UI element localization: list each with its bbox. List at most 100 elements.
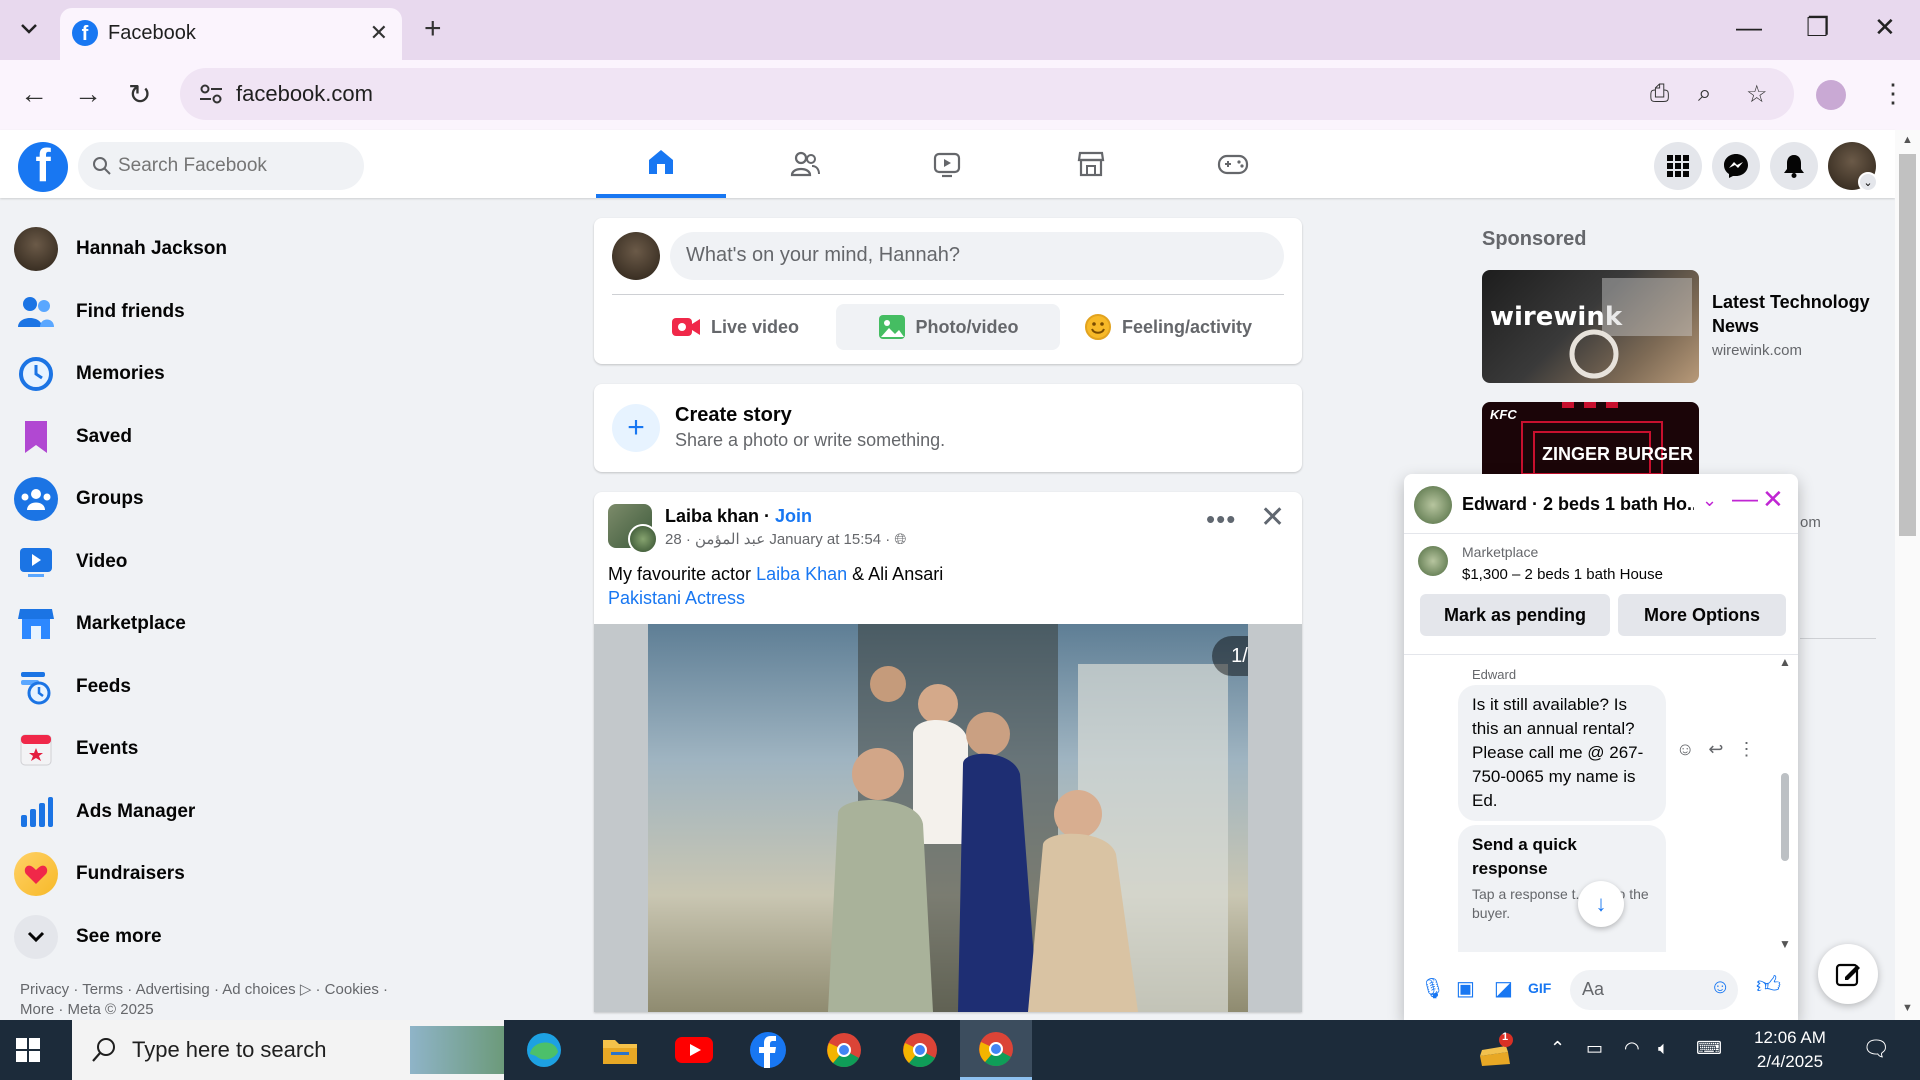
edge-browser-app[interactable] <box>508 1020 580 1080</box>
back-button[interactable]: ← <box>20 78 48 110</box>
ad-title[interactable]: Latest Technology News <box>1712 290 1882 338</box>
live-video-button[interactable]: Live video <box>644 304 826 350</box>
minimize-chat-button[interactable]: — <box>1732 483 1758 514</box>
more-options-button[interactable]: More Options <box>1618 594 1786 636</box>
listing-title[interactable]: $1,300 – 2 beds 1 bath House <box>1462 566 1663 583</box>
chat-scrollbar[interactable]: ▲ ▼ <box>1774 655 1796 952</box>
page-scrollbar[interactable]: ▲ ▼ <box>1895 130 1920 1020</box>
sidebar-item-memories[interactable]: Memories <box>14 343 534 406</box>
sidebar-item-find-friends[interactable]: Find friends <box>14 281 534 344</box>
tab-close-icon[interactable]: ✕ <box>370 20 388 46</box>
forward-button[interactable]: → <box>74 78 102 110</box>
incoming-message[interactable]: Is it still available? Is this an annual… <box>1458 685 1666 821</box>
sidebar-item-profile[interactable]: Hannah Jackson <box>14 218 534 281</box>
file-explorer-app[interactable] <box>584 1020 656 1080</box>
post-media[interactable]: 1/7 <box>594 624 1302 1012</box>
nav-marketplace[interactable] <box>1026 130 1156 198</box>
chat-header[interactable]: Edward · 2 beds 1 bath Ho... ⌄ — ✕ <box>1404 474 1798 534</box>
bookmark-star-icon[interactable]: ☆ <box>1746 80 1768 109</box>
post-options-button[interactable]: ••• <box>1206 504 1236 535</box>
page-scrollbar-thumb[interactable] <box>1899 154 1916 536</box>
new-tab-button[interactable]: + <box>424 12 442 46</box>
hashtag-link[interactable]: Pakistani Actress <box>608 588 745 608</box>
post-meta-text[interactable]: عبد المؤمن · 28 January at 15:54 · <box>665 531 890 548</box>
chat-contact-avatar[interactable] <box>1414 486 1452 524</box>
volume-icon[interactable]: 🔈︎ <box>1658 1038 1669 1059</box>
action-center-icon[interactable]: 🗨︎ <box>1862 1036 1890 1062</box>
sticker-icon[interactable]: ◪ <box>1494 976 1513 1001</box>
footer-links-line1[interactable]: Privacy · Terms · Advertising · Ad choic… <box>20 980 440 1000</box>
facebook-search[interactable] <box>78 142 364 190</box>
microphone-icon[interactable]: 🎙︎ <box>1420 976 1445 1001</box>
nav-video[interactable] <box>882 130 1012 198</box>
chat-title[interactable]: Edward · 2 beds 1 bath Ho... <box>1462 494 1694 515</box>
search-input[interactable] <box>118 142 354 190</box>
scroll-to-bottom-button[interactable]: ↓ <box>1578 881 1624 927</box>
sidebar-item-fundraisers[interactable]: Fundraisers <box>14 843 534 906</box>
restore-window-button[interactable]: ❐ <box>1806 12 1829 43</box>
youtube-app[interactable] <box>658 1020 730 1080</box>
chevron-down-icon[interactable]: ⌄ <box>1702 490 1717 511</box>
chrome-profile-1-app[interactable] <box>808 1020 880 1080</box>
tab-search-dropdown[interactable] <box>14 14 44 44</box>
close-window-button[interactable]: ✕ <box>1874 12 1896 43</box>
scroll-down-arrow-icon[interactable]: ▼ <box>1779 937 1791 951</box>
thumbs-up-icon[interactable]: 👍︎ <box>1756 972 1781 1000</box>
photo-video-button[interactable]: Photo/video <box>836 304 1060 350</box>
composer-avatar[interactable] <box>612 232 660 280</box>
sidebar-item-video[interactable]: Video <box>14 531 534 594</box>
sidebar-item-events[interactable]: Events <box>14 718 534 781</box>
browser-profile-icon[interactable] <box>1816 80 1846 110</box>
reply-icon[interactable]: ↩ <box>1708 739 1723 760</box>
scroll-down-arrow-icon[interactable]: ▼ <box>1902 1002 1913 1014</box>
system-clock[interactable]: 12:06 AM 2/4/2025 <box>1730 1026 1850 1074</box>
sidebar-item-feeds[interactable]: Feeds <box>14 656 534 719</box>
tray-app-icon[interactable]: 1 <box>1476 1031 1516 1073</box>
scroll-up-arrow-icon[interactable]: ▲ <box>1902 134 1913 146</box>
chrome-profile-2-app[interactable] <box>884 1020 956 1080</box>
quick-response-card[interactable]: Send a quick response Tap a response t..… <box>1458 825 1666 952</box>
tagged-profile-link[interactable]: Laiba Khan <box>756 564 847 584</box>
site-settings-icon[interactable] <box>198 82 224 106</box>
join-link[interactable]: Join <box>775 506 812 526</box>
install-app-icon[interactable]: ⎙ <box>1650 80 1669 108</box>
sidebar-item-saved[interactable]: Saved <box>14 406 534 469</box>
ad2-domain[interactable]: om <box>1800 514 1821 531</box>
ad-domain[interactable]: wirewink.com <box>1712 342 1802 359</box>
reload-button[interactable]: ↻ <box>128 78 151 111</box>
address-bar[interactable]: facebook.com ⎙ ⌕ ☆ <box>180 68 1794 120</box>
listing-thumbnail[interactable] <box>1418 546 1448 576</box>
react-smiley-icon[interactable]: ☺ <box>1676 739 1694 760</box>
sidebar-item-marketplace[interactable]: Marketplace <box>14 593 534 656</box>
taskbar-search[interactable]: Type here to search <box>72 1020 504 1080</box>
zoom-icon[interactable]: ⌕ <box>1698 80 1711 108</box>
browser-tab-facebook[interactable]: f Facebook ✕ <box>60 8 402 60</box>
facebook-app[interactable] <box>732 1020 804 1080</box>
composer-input[interactable]: What's on your mind, Hannah? <box>670 232 1284 280</box>
close-chat-button[interactable]: ✕ <box>1762 484 1784 515</box>
nav-home[interactable] <box>596 130 726 198</box>
create-story-card[interactable]: + Create story Share a photo or write so… <box>594 384 1302 472</box>
battery-icon[interactable]: ▭ <box>1586 1038 1603 1059</box>
chat-scrollbar-thumb[interactable] <box>1781 773 1789 861</box>
post-photo[interactable]: 1/7 <box>648 624 1248 1012</box>
messenger-button[interactable] <box>1712 142 1760 190</box>
new-message-button[interactable] <box>1818 944 1878 1004</box>
footer-links-line2[interactable]: More · Meta © 2025 <box>20 1000 440 1020</box>
ad-image-kfc[interactable]: KFC ZINGER BURGER <box>1482 402 1699 474</box>
url-text[interactable]: facebook.com <box>236 81 373 107</box>
nav-friends[interactable] <box>740 130 870 198</box>
sidebar-item-ads-manager[interactable]: Ads Manager <box>14 781 534 844</box>
browser-menu-icon[interactable]: ⋮ <box>1880 78 1906 109</box>
facebook-logo-icon[interactable]: f <box>18 142 68 192</box>
nav-gaming[interactable] <box>1168 130 1298 198</box>
windows-start-icon[interactable] <box>16 1038 40 1062</box>
emoji-icon[interactable]: ☺ <box>1710 976 1730 999</box>
ad-image-wirewink[interactable]: wirewink <box>1482 270 1699 383</box>
feeling-activity-button[interactable]: Feeling/activity <box>1070 304 1266 350</box>
author-avatar[interactable] <box>628 524 658 554</box>
image-icon[interactable]: ▣ <box>1456 976 1475 1001</box>
show-hidden-icons-chevron-icon[interactable]: ⌃ <box>1550 1038 1565 1059</box>
sidebar-item-groups[interactable]: Groups <box>14 468 534 531</box>
gif-icon[interactable]: GIF <box>1528 980 1551 996</box>
